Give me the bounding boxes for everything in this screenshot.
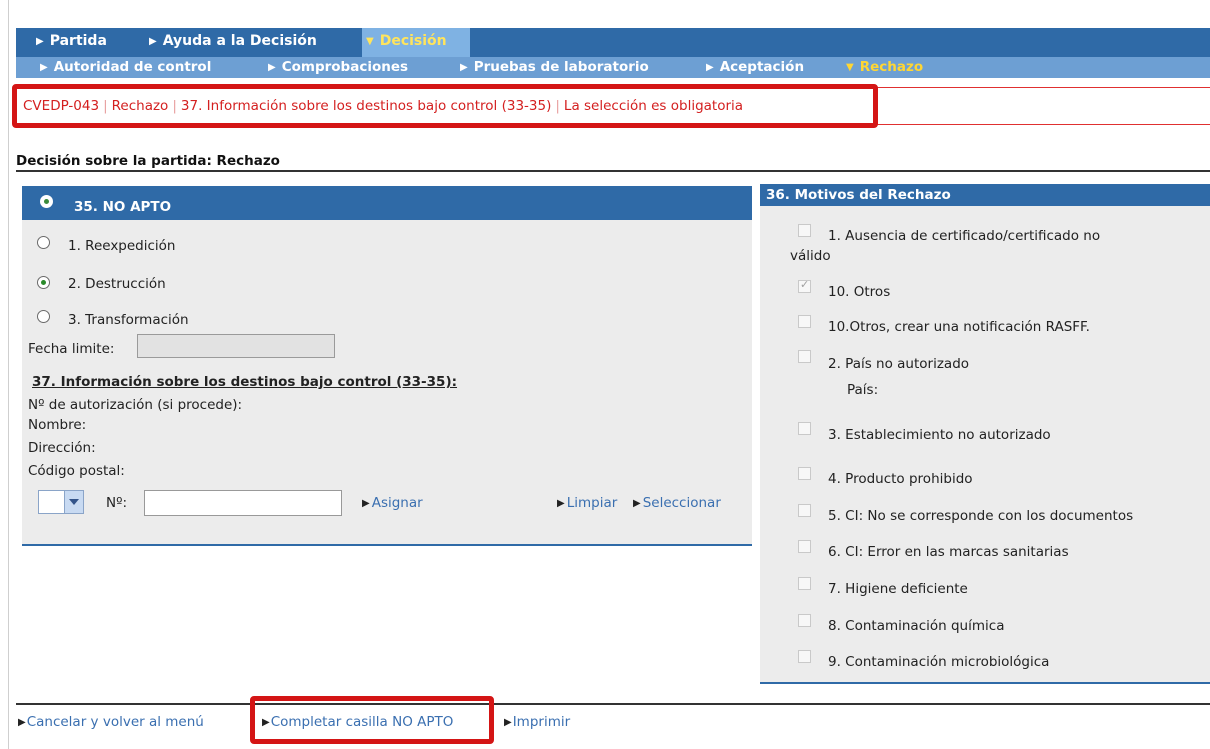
nav-rechazo[interactable]: ▼ Rechazo bbox=[846, 59, 923, 75]
footer-divider bbox=[16, 703, 1210, 705]
motivo-10-rasff-label: 10.Otros, crear una notificación RASFF. bbox=[828, 319, 1090, 335]
nav-pruebas-laboratorio[interactable]: ▶ Pruebas de laboratorio bbox=[460, 59, 649, 75]
reexpedicion-label: 1. Reexpedición bbox=[68, 238, 176, 254]
direccion-label: Dirección: bbox=[28, 440, 96, 456]
motivo-4-checkbox[interactable] bbox=[798, 467, 811, 480]
motivo-10-rasff-checkbox[interactable] bbox=[798, 315, 811, 328]
motivo-4-label: 4. Producto prohibido bbox=[828, 471, 973, 487]
no-apto-header: 35. NO APTO bbox=[22, 186, 752, 220]
motivo-2-label: 2. País no autorizado bbox=[828, 356, 970, 372]
motivo-6-label: 6. CI: Error en las marcas sanitarias bbox=[828, 544, 1069, 560]
primary-nav: ▶ Partida ▶ Ayuda a la Decisión ▼ Decisión bbox=[16, 28, 1210, 57]
nav-aceptacion[interactable]: ▶ Aceptación bbox=[706, 59, 804, 75]
fecha-limite-input[interactable] bbox=[137, 334, 335, 358]
motivo-7-checkbox[interactable] bbox=[798, 577, 811, 590]
motivo-10-label: 10. Otros bbox=[828, 284, 891, 300]
nav-rechazo-label: Rechazo bbox=[859, 59, 924, 75]
motivo-9-checkbox[interactable] bbox=[798, 650, 811, 663]
motivo-5-checkbox[interactable] bbox=[798, 504, 811, 517]
nav-autoridad-control[interactable]: ▶ Autoridad de control bbox=[40, 59, 211, 75]
motivo-8-checkbox[interactable] bbox=[798, 614, 811, 627]
nav-ayuda-decision[interactable]: ▶ Ayuda a la Decisión bbox=[149, 33, 317, 49]
chevron-down-icon[interactable] bbox=[64, 491, 83, 513]
play-arrow-icon: ▶ bbox=[362, 498, 370, 509]
fecha-limite-label: Fecha limite: bbox=[28, 341, 115, 357]
nav-partida[interactable]: ▶ Partida bbox=[36, 33, 107, 49]
destruccion-label: 2. Destrucción bbox=[68, 276, 166, 292]
pais-label: País: bbox=[847, 382, 879, 398]
motivo-1-label: 1. Ausencia de certificado/certificado n… bbox=[828, 228, 1101, 244]
motivo-2-checkbox[interactable] bbox=[798, 350, 811, 363]
cancel-link[interactable]: ▶Cancelar y volver al menú bbox=[18, 714, 204, 730]
decision-title: Decisión sobre la partida: Rechazo bbox=[16, 153, 280, 169]
print-link[interactable]: ▶Imprimir bbox=[504, 714, 570, 730]
destruccion-radio[interactable] bbox=[37, 276, 50, 289]
limpiar-link[interactable]: ▶ Limpiar bbox=[557, 495, 617, 511]
limpiar-label: Limpiar bbox=[566, 495, 618, 511]
destinos-title: 37. Información sobre los destinos bajo … bbox=[32, 374, 458, 390]
divider bbox=[16, 170, 1210, 172]
secondary-nav: ▶ Autoridad de control ▶ Comprobaciones ▶ P… bbox=[16, 57, 1210, 78]
nav-comprobaciones[interactable]: ▶ Comprobaciones bbox=[268, 59, 408, 75]
play-arrow-icon: ▶ bbox=[557, 498, 565, 509]
numero-label: Nº: bbox=[106, 495, 128, 511]
complete-highlight-box bbox=[250, 696, 494, 744]
motivo-6-checkbox[interactable] bbox=[798, 540, 811, 553]
nombre-label: Nombre: bbox=[28, 417, 87, 433]
no-apto-panel: 35. NO APTO 1. Reexpedición 2. Destrucci… bbox=[22, 186, 752, 546]
motivo-8-label: 8. Contaminación química bbox=[828, 618, 1005, 634]
motivos-title: 36. Motivos del Rechazo bbox=[766, 187, 951, 203]
motivo-9-label: 9. Contaminación microbiológica bbox=[828, 654, 1050, 670]
play-arrow-icon: ▶ bbox=[18, 717, 26, 728]
nav-aceptacion-label: Aceptación bbox=[719, 59, 805, 75]
play-arrow-icon: ▶ bbox=[633, 498, 641, 509]
print-label: Imprimir bbox=[512, 714, 571, 730]
motivo-1-label-cont: válido bbox=[790, 248, 831, 264]
country-select[interactable] bbox=[38, 490, 84, 514]
motivo-3-label: 3. Establecimiento no autorizado bbox=[828, 427, 1051, 443]
reexpedicion-radio[interactable] bbox=[37, 236, 50, 249]
motivo-5-label: 5. CI: No se corresponde con los documen… bbox=[828, 508, 1134, 524]
motivo-7-label: 7. Higiene deficiente bbox=[828, 581, 968, 597]
seleccionar-label: Seleccionar bbox=[642, 495, 721, 511]
seleccionar-link[interactable]: ▶ Seleccionar bbox=[633, 495, 721, 511]
nav-partida-label: Partida bbox=[49, 33, 107, 49]
nav-pruebas-laboratorio-label: Pruebas de laboratorio bbox=[473, 59, 649, 75]
autorizacion-label: Nº de autorización (si procede): bbox=[28, 397, 243, 413]
motivo-10-checkbox[interactable] bbox=[798, 278, 811, 293]
asignar-label: Asignar bbox=[371, 495, 423, 511]
play-arrow-icon: ▶ bbox=[504, 717, 512, 728]
nav-decision[interactable]: ▼ Decisión bbox=[366, 33, 447, 49]
no-apto-radio[interactable] bbox=[40, 195, 53, 208]
motivos-panel: 36. Motivos del Rechazo 1. Ausencia de c… bbox=[760, 184, 1210, 684]
numero-input[interactable] bbox=[144, 490, 342, 516]
error-highlight-box bbox=[12, 84, 878, 128]
codigo-postal-label: Código postal: bbox=[28, 463, 125, 479]
no-apto-title: 35. NO APTO bbox=[74, 199, 172, 215]
nav-ayuda-decision-label: Ayuda a la Decisión bbox=[162, 33, 317, 49]
nav-comprobaciones-label: Comprobaciones bbox=[281, 59, 409, 75]
transformacion-radio[interactable] bbox=[37, 310, 50, 323]
motivo-3-checkbox[interactable] bbox=[798, 422, 811, 435]
asignar-link[interactable]: ▶ Asignar bbox=[362, 495, 423, 511]
nav-decision-label: Decisión bbox=[379, 33, 447, 49]
transformacion-label: 3. Transformación bbox=[68, 312, 189, 328]
cancel-label: Cancelar y volver al menú bbox=[26, 714, 204, 730]
nav-autoridad-control-label: Autoridad de control bbox=[53, 59, 212, 75]
motivos-header: 36. Motivos del Rechazo bbox=[760, 184, 1210, 206]
motivo-1-checkbox[interactable] bbox=[798, 224, 811, 237]
